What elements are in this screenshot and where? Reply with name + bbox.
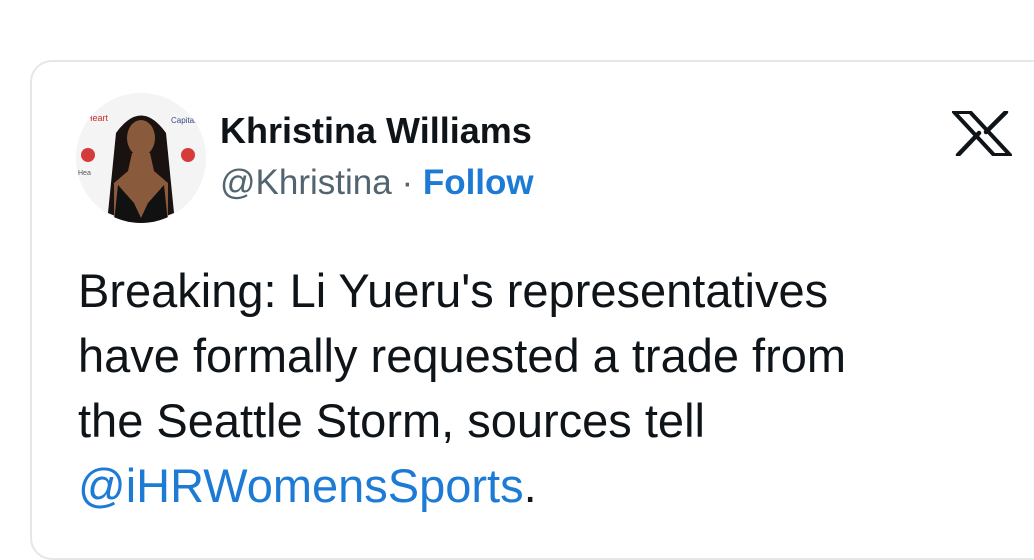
x-logo-icon[interactable] — [952, 111, 1012, 156]
author-avatar[interactable]: iHeart Capital Hea — [76, 93, 206, 223]
svg-text:Hea: Hea — [78, 170, 91, 177]
svg-text:Capital: Capital — [171, 116, 196, 125]
author-display-name[interactable]: Khristina Williams — [220, 110, 532, 152]
tweet-text-line: have formally requested a trade from — [78, 329, 847, 382]
avatar-photo: iHeart Capital Hea — [76, 93, 206, 223]
tweet-text-line: @iHRWomensSports. — [78, 453, 1018, 518]
mention-link[interactable]: @iHRWomensSports — [78, 459, 524, 512]
author-handle[interactable]: @Khristina — [220, 163, 392, 202]
tweet-trailing-punctuation: . — [523, 459, 537, 512]
tweet-text-line: the Seattle Storm, sources tell — [78, 394, 705, 447]
follow-button[interactable]: Follow — [423, 163, 534, 202]
author-handle-row: @Khristina · Follow — [220, 163, 534, 203]
tweet-text-line: Breaking: Li Yueru's representatives — [78, 264, 829, 317]
tweet-text: Breaking: Li Yueru's representatives hav… — [78, 258, 1018, 518]
separator-dot: · — [401, 163, 414, 202]
